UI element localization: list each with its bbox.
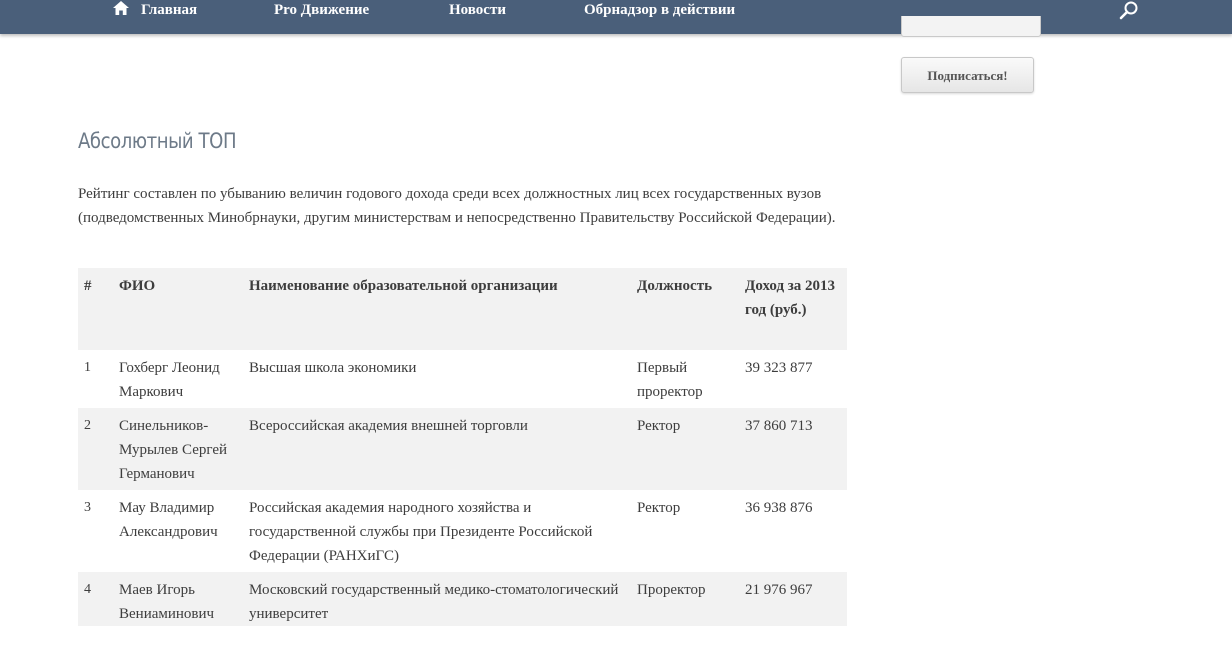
table-row: 2 Синельников-Мурылев Сергей Германович … bbox=[78, 408, 847, 490]
row-number: 2 bbox=[84, 418, 91, 433]
row-name: Мау Владимир Александрович bbox=[119, 500, 218, 540]
row-name: Гохберг Леонид Маркович bbox=[119, 360, 220, 400]
row-income: 37 860 713 bbox=[745, 418, 813, 434]
column-header-name: ФИО bbox=[119, 278, 156, 294]
search-icon bbox=[1118, 1, 1140, 25]
nav-item-home[interactable]: Главная bbox=[113, 0, 197, 20]
column-header-organization: Наименование образовательной организации bbox=[249, 278, 558, 294]
row-position: Ректор bbox=[637, 418, 681, 434]
row-income: 21 976 967 bbox=[745, 582, 813, 598]
main-menu: Главная Pro Движение Новости Обрнадзор в… bbox=[0, 0, 1232, 22]
row-organization: Всероссийская академия внешней торговли bbox=[249, 418, 528, 434]
row-income: 39 323 877 bbox=[745, 360, 813, 376]
table-row: 1 Гохберг Леонид Маркович Высшая школа э… bbox=[78, 350, 847, 408]
row-position: Ректор bbox=[637, 500, 681, 516]
row-position: Проректор bbox=[637, 582, 706, 598]
column-header-position: Должность bbox=[637, 278, 713, 294]
home-icon bbox=[113, 1, 129, 21]
intro-text: Рейтинг составлен по убыванию величин го… bbox=[78, 186, 836, 226]
subscribe-button[interactable]: Подписаться! bbox=[901, 57, 1034, 93]
row-name: Синельников-Мурылев Сергей Германович bbox=[119, 418, 228, 482]
top-navigation-bar: Главная Pro Движение Новости Обрнадзор в… bbox=[0, 0, 1232, 34]
row-position: Первый проректор bbox=[637, 360, 703, 400]
nav-item-news[interactable]: Новости bbox=[449, 0, 506, 20]
table-row: 4 Маев Игорь Вениаминович Московский гос… bbox=[78, 572, 847, 626]
nav-item-label: Главная bbox=[141, 2, 198, 18]
search-button[interactable] bbox=[1118, 1, 1140, 21]
row-name: Маев Игорь Вениаминович bbox=[119, 582, 215, 622]
row-organization: Российская академия народного хозяйства … bbox=[249, 500, 593, 564]
nav-item-obrnadzor[interactable]: Обрнадзор в действии bbox=[584, 0, 735, 20]
table-row: 3 Мау Владимир Александрович Российская … bbox=[78, 490, 847, 572]
table-header-row: # ФИО Наименование образовательной орган… bbox=[78, 268, 847, 350]
page-title: Абсолютный ТОП bbox=[78, 129, 237, 153]
row-number: 4 bbox=[84, 582, 91, 597]
row-income: 36 938 876 bbox=[745, 500, 813, 516]
nav-item-pro-movement[interactable]: Pro Движение bbox=[274, 0, 369, 20]
row-organization: Высшая школа экономики bbox=[249, 360, 417, 376]
column-header-income: Доход за 2013 год (руб.) bbox=[745, 278, 836, 318]
income-rating-table: # ФИО Наименование образовательной орган… bbox=[78, 268, 847, 626]
row-number: 3 bbox=[84, 500, 91, 515]
sidebar-widget-edge bbox=[901, 16, 1041, 37]
column-header-number: # bbox=[84, 278, 92, 294]
row-organization: Московский государственный медико-стомат… bbox=[249, 582, 619, 622]
row-number: 1 bbox=[84, 360, 91, 375]
